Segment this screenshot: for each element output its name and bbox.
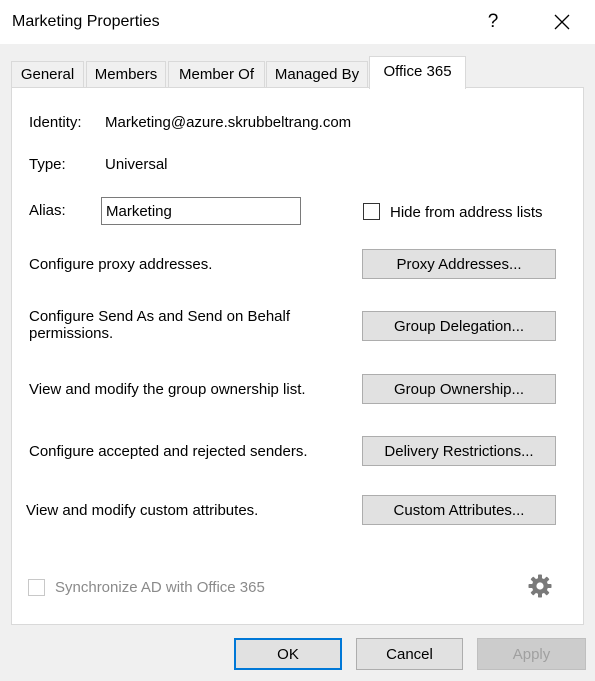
delivery-description: Configure accepted and rejected senders. bbox=[29, 443, 308, 460]
gear-icon[interactable] bbox=[527, 573, 553, 599]
title-bar: Marketing Properties ? bbox=[0, 0, 595, 44]
tab-member-of[interactable]: Member Of bbox=[168, 61, 265, 87]
ownership-description: View and modify the group ownership list… bbox=[29, 381, 306, 398]
help-icon[interactable]: ? bbox=[478, 6, 508, 38]
identity-value: Marketing@azure.skrubbeltrang.com bbox=[105, 114, 352, 131]
alias-input[interactable] bbox=[101, 197, 301, 225]
tab-members[interactable]: Members bbox=[86, 61, 166, 87]
group-delegation-button[interactable]: Group Delegation... bbox=[362, 311, 556, 341]
tab-general[interactable]: General bbox=[11, 61, 84, 87]
custom-attributes-description: View and modify custom attributes. bbox=[26, 502, 259, 519]
hide-from-address-lists-checkbox[interactable] bbox=[363, 203, 380, 220]
alias-label: Alias: bbox=[29, 202, 66, 219]
window-title: Marketing Properties bbox=[12, 13, 160, 30]
close-icon[interactable] bbox=[546, 6, 578, 38]
hide-from-address-lists-label: Hide from address lists bbox=[390, 204, 543, 221]
type-value: Universal bbox=[105, 156, 168, 173]
group-ownership-button[interactable]: Group Ownership... bbox=[362, 374, 556, 404]
cancel-button[interactable]: Cancel bbox=[356, 638, 463, 670]
apply-button[interactable]: Apply bbox=[477, 638, 586, 670]
type-label: Type: bbox=[29, 156, 66, 173]
proxy-description: Configure proxy addresses. bbox=[29, 256, 213, 273]
delegation-description-line1: Configure Send As and Send on Behalf bbox=[29, 308, 291, 325]
delegation-description-line2: permissions. bbox=[29, 325, 114, 342]
identity-label: Identity: bbox=[29, 114, 82, 131]
custom-attributes-button[interactable]: Custom Attributes... bbox=[362, 495, 556, 525]
office-365-panel bbox=[11, 87, 584, 625]
tab-managed-by[interactable]: Managed By bbox=[266, 61, 368, 87]
delivery-restrictions-button[interactable]: Delivery Restrictions... bbox=[362, 436, 556, 466]
tab-office-365[interactable]: Office 365 bbox=[369, 56, 466, 89]
synchronize-label: Synchronize AD with Office 365 bbox=[55, 579, 265, 596]
proxy-addresses-button[interactable]: Proxy Addresses... bbox=[362, 249, 556, 279]
ok-button[interactable]: OK bbox=[234, 638, 342, 670]
synchronize-checkbox[interactable] bbox=[28, 579, 45, 596]
delegation-description: Configure Send As and Send on Behalf per… bbox=[29, 308, 290, 342]
